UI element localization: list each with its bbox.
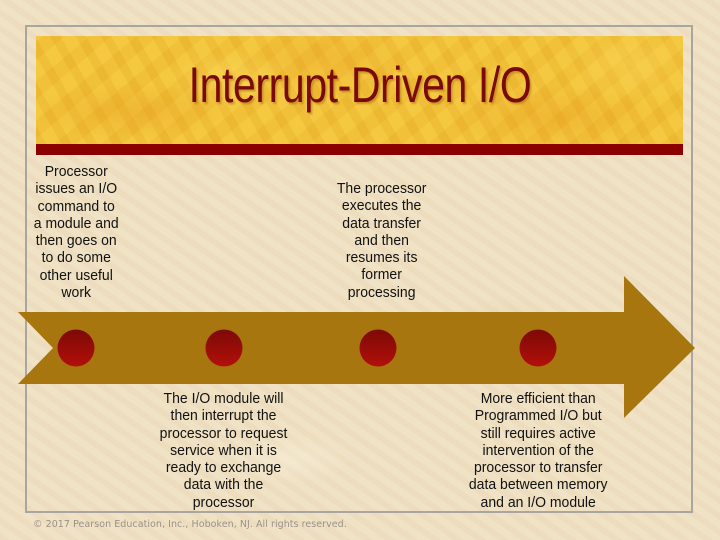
step-3-text: The processor executes the data transfer… bbox=[312, 181, 452, 302]
step-4-text: More efficient than Programmed I/O but s… bbox=[440, 391, 636, 512]
step-1-marker bbox=[57, 329, 95, 367]
step-2-text: The I/O module will then interrupt the p… bbox=[134, 391, 314, 512]
step-3-label: The processor executes the data transfer… bbox=[337, 181, 427, 301]
step-3-marker bbox=[359, 329, 397, 367]
step-1-text: Processor issues an I/O command to a mod… bbox=[16, 164, 136, 302]
step-2-marker bbox=[205, 329, 243, 367]
step-1-label: Processor issues an I/O command to a mod… bbox=[33, 164, 119, 302]
step-4-label: More efficient than Programmed I/O but s… bbox=[468, 391, 608, 511]
step-4-marker bbox=[519, 329, 557, 367]
copyright-footer: © 2017 Pearson Education, Inc., Hoboken,… bbox=[33, 519, 347, 530]
step-2-label: The I/O module will then interrupt the p… bbox=[160, 391, 288, 511]
